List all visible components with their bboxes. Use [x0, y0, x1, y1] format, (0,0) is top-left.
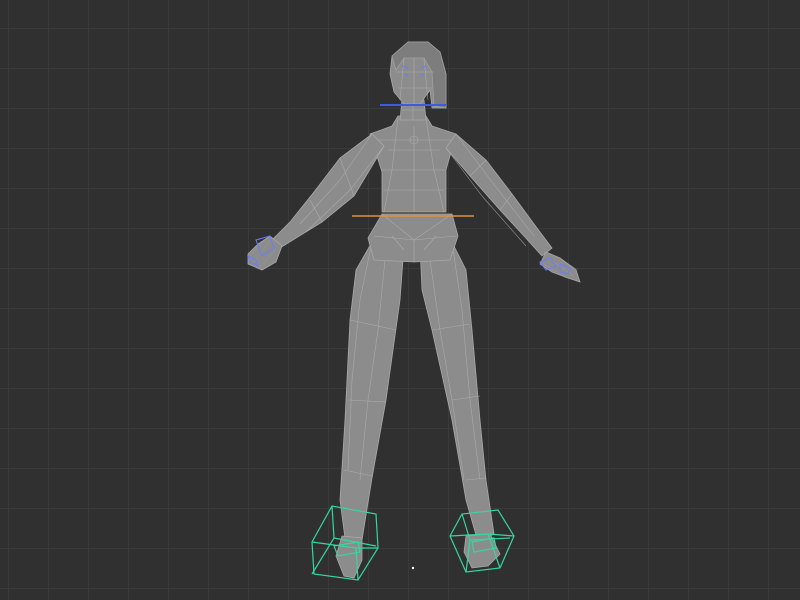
left-leg[interactable] — [339, 241, 405, 547]
3d-viewport[interactable] — [0, 0, 800, 600]
head[interactable] — [389, 41, 447, 109]
left-arm[interactable] — [271, 133, 385, 249]
right-leg[interactable] — [419, 241, 495, 543]
scene-canvas[interactable] — [0, 0, 800, 600]
character-mesh[interactable] — [247, 41, 581, 579]
origin-point — [411, 566, 415, 570]
torso[interactable] — [369, 115, 457, 213]
pelvis[interactable] — [367, 213, 459, 263]
right-arm[interactable] — [445, 133, 553, 257]
